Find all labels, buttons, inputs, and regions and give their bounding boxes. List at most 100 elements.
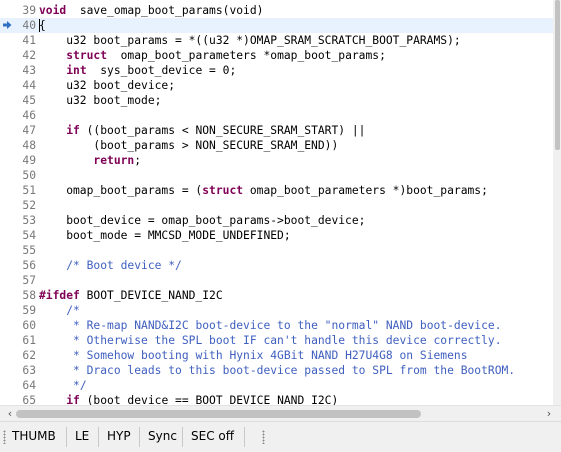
code-line[interactable]: 59 /* (0, 303, 558, 318)
code-text: u32 boot_mode; (39, 93, 161, 108)
code-line[interactable]: 51 omap_boot_params = (struct omap_boot_… (0, 183, 558, 198)
line-number: 46 (22, 109, 36, 122)
code-line[interactable]: 43 int sys_boot_device = 0; (0, 63, 558, 78)
line-number: 44 (22, 79, 36, 92)
code-token: BOOT_DEVICE_NAND_I2C (79, 289, 223, 302)
code-line[interactable]: 47 if ((boot_params < NON_SECURE_SRAM_ST… (0, 123, 558, 138)
code-line[interactable]: 64 */ (0, 378, 558, 393)
code-text: void save_omap_boot_params(void) (39, 3, 263, 18)
code-text: #ifdef BOOT_DEVICE_NAND_I2C (39, 288, 223, 303)
keyword-token: struct (66, 49, 108, 62)
line-number: 58 (22, 289, 36, 302)
code-line[interactable]: 61 * Otherwise the SPL boot IF can't han… (0, 333, 558, 348)
sync-button[interactable]: Sync (143, 425, 182, 447)
comment-token: * Otherwise the SPL boot IF can't handle… (66, 334, 502, 347)
code-line-current[interactable]: 40{ (0, 18, 558, 33)
code-text: u32 boot_params = *((u32 *)OMAP_SRAM_SCR… (39, 33, 460, 48)
line-number: 40 (22, 19, 36, 32)
code-text: omap_boot_params = (struct omap_boot_par… (39, 183, 488, 198)
horizontal-scrollbar-thumb[interactable] (16, 410, 421, 418)
code-line[interactable]: 41 u32 boot_params = *((u32 *)OMAP_SRAM_… (0, 33, 558, 48)
code-lines: 39 void save_omap_boot_params(void) 40{41 … (0, 3, 558, 405)
code-text: { (39, 18, 46, 33)
endianness-le-indicator[interactable]: LE (70, 425, 94, 447)
code-line[interactable]: 62 * Somehow booting with Hynix 4GBit NA… (0, 348, 558, 363)
code-line[interactable]: 65 if (boot_device == BOOT_DEVICE_NAND_I… (0, 393, 558, 405)
code-editor[interactable]: 39 void save_omap_boot_params(void) 40{41 … (0, 0, 561, 405)
code-line[interactable]: 52 (0, 198, 558, 213)
line-number: 57 (22, 274, 36, 287)
keyword-token: return (93, 154, 135, 167)
code-text: /* (39, 303, 80, 318)
code-text: (boot_params > NON_SECURE_SRAM_END)) (39, 138, 338, 153)
line-number: 53 (22, 214, 36, 227)
code-line[interactable]: 42 struct omap_boot_parameters *omap_boo… (0, 48, 558, 63)
code-token: omap_boot_params = ( (39, 184, 203, 197)
keyword-token: int (66, 64, 87, 77)
code-line[interactable]: 45 u32 boot_mode; (0, 93, 558, 108)
code-line[interactable]: 57 (0, 273, 558, 288)
code-line[interactable]: 56 /* Boot device */ (0, 258, 558, 273)
code-token: ; (134, 154, 142, 167)
vertical-scrollbar[interactable] (553, 0, 561, 405)
code-line[interactable]: 60 * Re-map NAND&I2C boot-device to the … (0, 318, 558, 333)
code-line[interactable]: 55 (0, 243, 558, 258)
line-number: 59 (22, 304, 36, 317)
code-text: * Somehow booting with Hynix 4GBit NAND … (39, 348, 467, 363)
code-line[interactable]: 63 * Draco leads to this boot-device pas… (0, 363, 558, 378)
line-number: 63 (22, 364, 36, 377)
keyword-token: if (66, 124, 80, 137)
code-token: boot_mode = MMCSD_MODE_UNDEFINED; (39, 229, 291, 242)
code-text: boot_mode = MMCSD_MODE_UNDEFINED; (39, 228, 291, 243)
code-token: u32 boot_mode; (39, 94, 162, 107)
code-token: omap_boot_parameters *omap_boot_params; (107, 49, 386, 62)
code-text: boot_device = omap_boot_params->boot_dev… (39, 213, 365, 228)
keyword-token: void (39, 4, 67, 17)
code-line[interactable]: 46 (0, 108, 558, 123)
code-text: */ (39, 378, 87, 393)
code-line[interactable]: 50 (0, 168, 558, 183)
grip-handle-icon[interactable] (3, 430, 6, 444)
line-number: 41 (22, 34, 36, 47)
instruction-set-thumb-indicator[interactable]: THUMB (7, 425, 61, 447)
horizontal-scrollbar[interactable]: ‹ › (0, 405, 561, 422)
code-token: ((boot_params < NON_SECURE_SRAM_START) |… (79, 124, 366, 137)
line-number: 60 (22, 319, 36, 332)
vertical-scrollbar-thumb[interactable] (555, 0, 560, 150)
keyword-token: #ifdef (39, 289, 80, 302)
code-token: u32 boot_device; (39, 79, 176, 92)
code-line[interactable]: 54 boot_mode = MMCSD_MODE_UNDEFINED; (0, 228, 558, 243)
code-token: (boot_params > NON_SECURE_SRAM_END)) (39, 139, 339, 152)
code-line[interactable]: 44 u32 boot_device; (0, 78, 558, 93)
code-line[interactable]: 53 boot_device = omap_boot_params->boot_… (0, 213, 558, 228)
security-state-indicator[interactable]: SEC off (186, 425, 239, 447)
comment-token: * Draco leads to this boot-device passed… (66, 364, 516, 377)
code-text: /* Boot device */ (39, 258, 182, 273)
line-number: 45 (22, 94, 36, 107)
line-number: 62 (22, 349, 36, 362)
code-text: int sys_boot_device = 0; (39, 63, 236, 78)
keyword-token: struct (202, 184, 244, 197)
code-text: * Re-map NAND&I2C boot-device to the "no… (39, 318, 502, 333)
code-text: * Otherwise the SPL boot IF can't handle… (39, 333, 502, 348)
comment-token: * Re-map NAND&I2C boot-device to the "no… (66, 319, 502, 332)
line-number: 50 (22, 169, 36, 182)
hyp-mode-indicator[interactable]: HYP (102, 425, 136, 447)
code-line[interactable]: 39 void save_omap_boot_params(void) (0, 3, 558, 18)
code-line[interactable]: 49 return; (0, 153, 558, 168)
grip-handle-icon[interactable] (262, 430, 265, 444)
code-token: boot_device = omap_boot_params->boot_dev… (39, 214, 366, 227)
code-token: { (39, 19, 46, 32)
code-token: save_omap_boot_params(void) (66, 4, 264, 17)
comment-token: */ (66, 379, 87, 392)
code-line[interactable]: 58 #ifdef BOOT_DEVICE_NAND_I2C (0, 288, 558, 303)
scroll-right-icon[interactable]: › (541, 406, 557, 422)
status-separator (182, 427, 183, 447)
code-line[interactable]: 48 (boot_params > NON_SECURE_SRAM_END)) (0, 138, 558, 153)
line-number: 56 (22, 259, 36, 272)
